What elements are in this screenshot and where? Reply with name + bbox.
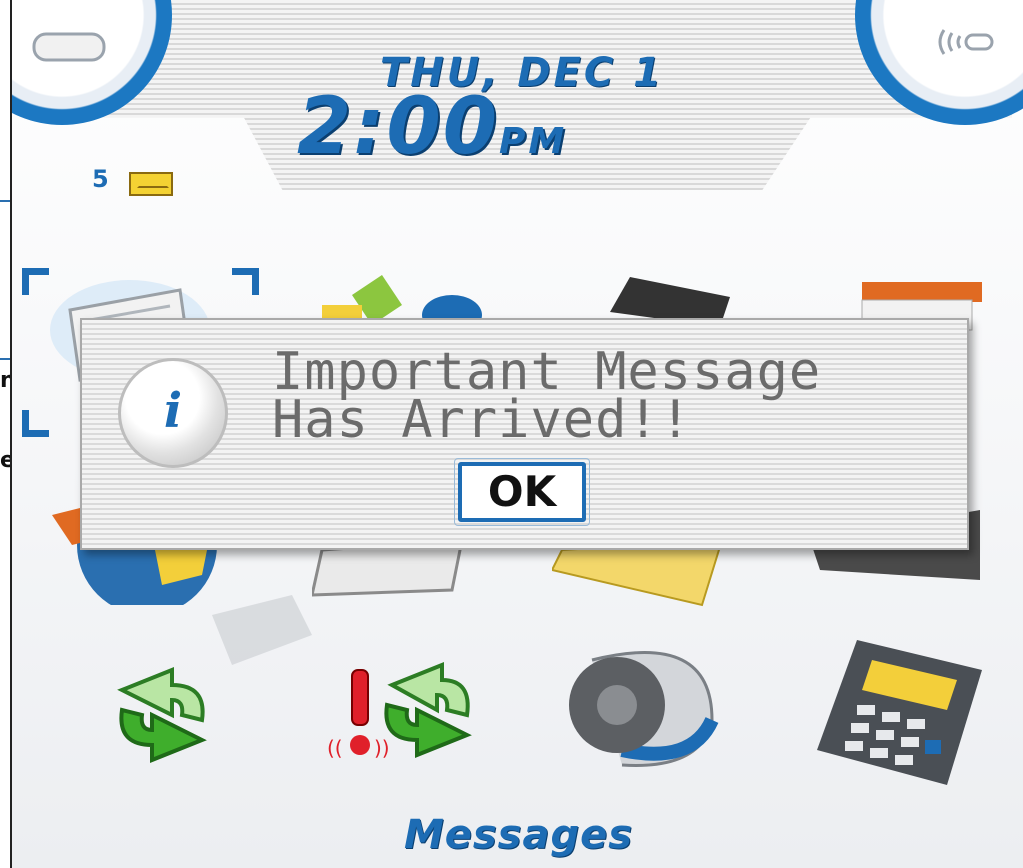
time-value: 2:00 xyxy=(297,82,500,172)
clock-display: 2:00PM xyxy=(297,82,757,172)
signal-icon xyxy=(938,29,994,55)
info-glyph: i xyxy=(163,383,183,439)
strip-rule xyxy=(0,358,10,360)
svg-text:((: (( xyxy=(327,736,343,760)
envelope-icon xyxy=(129,172,173,196)
battery-icon xyxy=(32,32,106,62)
dialog-message-line-2: Has Arrived!! xyxy=(272,390,692,450)
unread-count: 5 xyxy=(92,165,109,193)
calculator-icon[interactable] xyxy=(817,640,987,785)
am-pm-label: PM xyxy=(499,121,568,162)
important-message-dialog: i Important Message Has Arrived!! OK xyxy=(80,318,969,550)
alert-sync-icon[interactable]: (( )) xyxy=(322,655,472,770)
sync-icon[interactable] xyxy=(102,660,222,770)
background-window-strip: n e xyxy=(0,0,16,868)
selected-app-caption: Messages xyxy=(403,812,634,858)
info-icon: i xyxy=(118,358,228,468)
tasks-icon[interactable] xyxy=(552,540,732,610)
focus-bracket-bottom-left xyxy=(22,410,49,437)
svg-text:)): )) xyxy=(374,736,390,760)
ok-button[interactable]: OK xyxy=(454,458,590,526)
strip-rule xyxy=(0,200,10,202)
profiles-icon[interactable] xyxy=(562,640,727,775)
